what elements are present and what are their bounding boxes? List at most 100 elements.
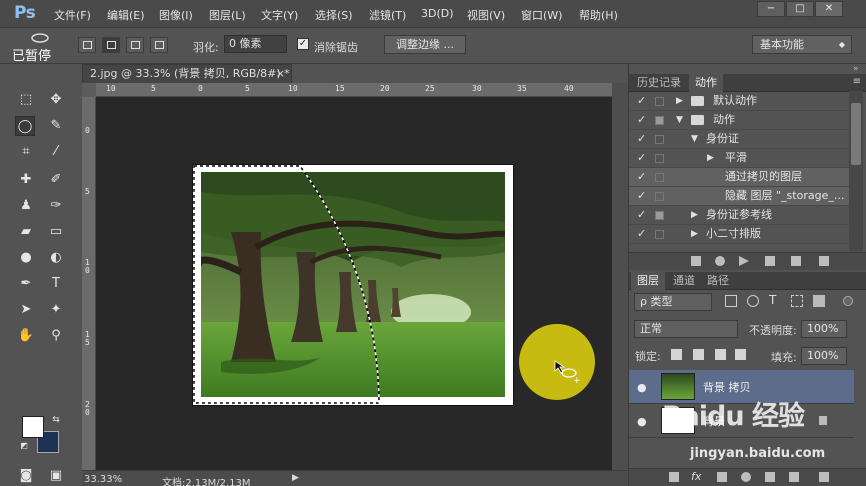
- blend-mode-select[interactable]: 正常: [634, 320, 738, 338]
- document-tab[interactable]: 2.jpg @ 33.3% (背景 拷贝, RGB/8#) * ×: [82, 64, 292, 83]
- eyedropper-tool-icon[interactable]: ⁄: [46, 142, 66, 162]
- action-row[interactable]: ✓ ▶ 小二寸排版: [629, 225, 849, 244]
- action-row[interactable]: ✓ 通过拷贝的图层: [629, 168, 849, 187]
- lock-position-icon[interactable]: [715, 349, 726, 360]
- photo-canvas[interactable]: [193, 165, 513, 405]
- dialog-toggle[interactable]: [655, 135, 664, 144]
- filter-type-icon[interactable]: T: [769, 293, 776, 307]
- group-icon[interactable]: [765, 472, 775, 482]
- mask-icon[interactable]: [717, 472, 727, 482]
- add-selection-button[interactable]: [102, 37, 120, 53]
- action-check[interactable]: ✓: [637, 168, 646, 186]
- collapse-panels-icon[interactable]: »: [853, 64, 859, 74]
- dodge-tool-icon[interactable]: ◐: [46, 248, 66, 268]
- layer-name[interactable]: 背景 拷贝: [703, 379, 751, 395]
- eraser-tool-icon[interactable]: ▰: [16, 222, 36, 242]
- hand-tool-icon[interactable]: ✋: [16, 326, 36, 346]
- menu-type[interactable]: 文字(Y): [261, 7, 298, 23]
- zoom-level[interactable]: 33.33%: [84, 474, 122, 485]
- menu-filter[interactable]: 滤镜(T): [369, 7, 406, 23]
- eye-icon[interactable]: ●: [637, 381, 647, 394]
- blur-tool-icon[interactable]: ●: [16, 248, 36, 268]
- workspace-select[interactable]: 基本功能 ◆: [752, 35, 852, 54]
- lasso-tool-icon[interactable]: ◯: [15, 116, 35, 136]
- filter-pixel-icon[interactable]: [725, 295, 737, 307]
- antialias-checkbox[interactable]: ✓: [297, 38, 309, 50]
- action-check[interactable]: ✓: [637, 225, 646, 243]
- stop-icon[interactable]: [691, 256, 701, 266]
- close-button[interactable]: ✕: [815, 1, 843, 17]
- lock-transparent-icon[interactable]: [671, 349, 682, 360]
- clone-stamp-tool-icon[interactable]: ♟: [16, 196, 36, 216]
- dialog-toggle[interactable]: [655, 154, 664, 163]
- action-row[interactable]: ✓ ▶ 身份证参考线: [629, 206, 849, 225]
- menu-view[interactable]: 视图(V): [467, 7, 505, 23]
- tab-paths[interactable]: 路径: [701, 272, 735, 290]
- feather-input[interactable]: 0 像素: [224, 35, 287, 53]
- new-action-icon[interactable]: [791, 256, 801, 266]
- action-row[interactable]: ✓ ▼ 身份证: [629, 130, 849, 149]
- actions-scrollbar[interactable]: [849, 91, 863, 251]
- link-layers-icon[interactable]: [669, 472, 679, 482]
- shape-tool-icon[interactable]: ✦: [46, 300, 66, 320]
- fill-input[interactable]: 100%: [801, 347, 847, 365]
- expand-arrow-icon[interactable]: ▶: [676, 92, 683, 110]
- healing-tool-icon[interactable]: ✚: [16, 170, 36, 190]
- dialog-toggle[interactable]: [655, 116, 664, 125]
- subtract-selection-button[interactable]: [126, 37, 144, 53]
- collapse-arrow-icon[interactable]: ▼: [676, 111, 683, 129]
- menu-edit[interactable]: 编辑(E): [107, 7, 145, 23]
- dialog-toggle[interactable]: [655, 173, 664, 182]
- action-check[interactable]: ✓: [637, 130, 646, 148]
- action-check[interactable]: ✓: [637, 206, 646, 224]
- filter-toggle[interactable]: [843, 296, 853, 306]
- maximize-button[interactable]: □: [786, 1, 814, 17]
- action-row[interactable]: ✓ ▼ 动作: [629, 111, 849, 130]
- lock-all-icon[interactable]: [735, 349, 746, 360]
- new-layer-icon[interactable]: [789, 472, 799, 482]
- marquee-tool-icon[interactable]: ⬚: [16, 90, 36, 110]
- expand-arrow-icon[interactable]: ▶: [691, 225, 698, 243]
- tab-layers[interactable]: 图层: [631, 272, 665, 290]
- menu-layer[interactable]: 图层(L): [209, 7, 246, 23]
- expand-arrow-icon[interactable]: ▶: [707, 149, 714, 167]
- menu-window[interactable]: 窗口(W): [521, 7, 562, 23]
- default-colors-icon[interactable]: ◩: [14, 436, 34, 456]
- menu-image[interactable]: 图像(I): [159, 7, 193, 23]
- collapse-arrow-icon[interactable]: ▼: [691, 130, 698, 148]
- panel-menu-icon[interactable]: ≡: [853, 76, 861, 87]
- dialog-toggle[interactable]: [655, 97, 664, 106]
- lock-image-icon[interactable]: [693, 349, 704, 360]
- filter-adjust-icon[interactable]: [747, 295, 759, 307]
- filter-shape-icon[interactable]: [791, 295, 803, 307]
- brush-tool-icon[interactable]: ✐: [46, 170, 66, 190]
- action-check[interactable]: ✓: [637, 149, 646, 167]
- refine-edge-button[interactable]: 调整边缘 ...: [384, 35, 466, 54]
- dialog-toggle[interactable]: [655, 230, 664, 239]
- tab-channels[interactable]: 通道: [667, 272, 701, 290]
- tab-history[interactable]: 历史记录: [631, 74, 687, 92]
- scrollbar-thumb[interactable]: [851, 103, 861, 165]
- new-set-icon[interactable]: [765, 256, 775, 266]
- quick-mask-icon[interactable]: ◙: [16, 466, 36, 486]
- expand-arrow-icon[interactable]: ▶: [691, 206, 698, 224]
- menu-file[interactable]: 文件(F): [54, 7, 91, 23]
- menu-help[interactable]: 帮助(H): [579, 7, 618, 23]
- pen-tool-icon[interactable]: ✒: [16, 274, 36, 294]
- zoom-tool-icon[interactable]: ⚲: [46, 326, 66, 346]
- opacity-input[interactable]: 100%: [801, 320, 847, 338]
- move-tool-icon[interactable]: ✥: [46, 90, 66, 110]
- ruler-origin[interactable]: [82, 83, 96, 97]
- history-brush-tool-icon[interactable]: ✑: [46, 196, 66, 216]
- action-row[interactable]: ✓ 隐藏 图层 "_storage_...: [629, 187, 849, 206]
- play-icon[interactable]: [739, 256, 749, 266]
- dialog-toggle[interactable]: [655, 211, 664, 220]
- action-check[interactable]: ✓: [637, 111, 646, 129]
- record-icon[interactable]: [715, 256, 725, 266]
- layer-filter-select[interactable]: ρ 类型: [634, 293, 712, 311]
- eye-icon[interactable]: ●: [637, 415, 647, 428]
- action-row[interactable]: ✓ ▶ 平滑: [629, 149, 849, 168]
- filter-smart-icon[interactable]: [813, 295, 825, 307]
- fx-icon[interactable]: fx: [691, 470, 701, 483]
- tab-actions[interactable]: 动作: [689, 74, 723, 92]
